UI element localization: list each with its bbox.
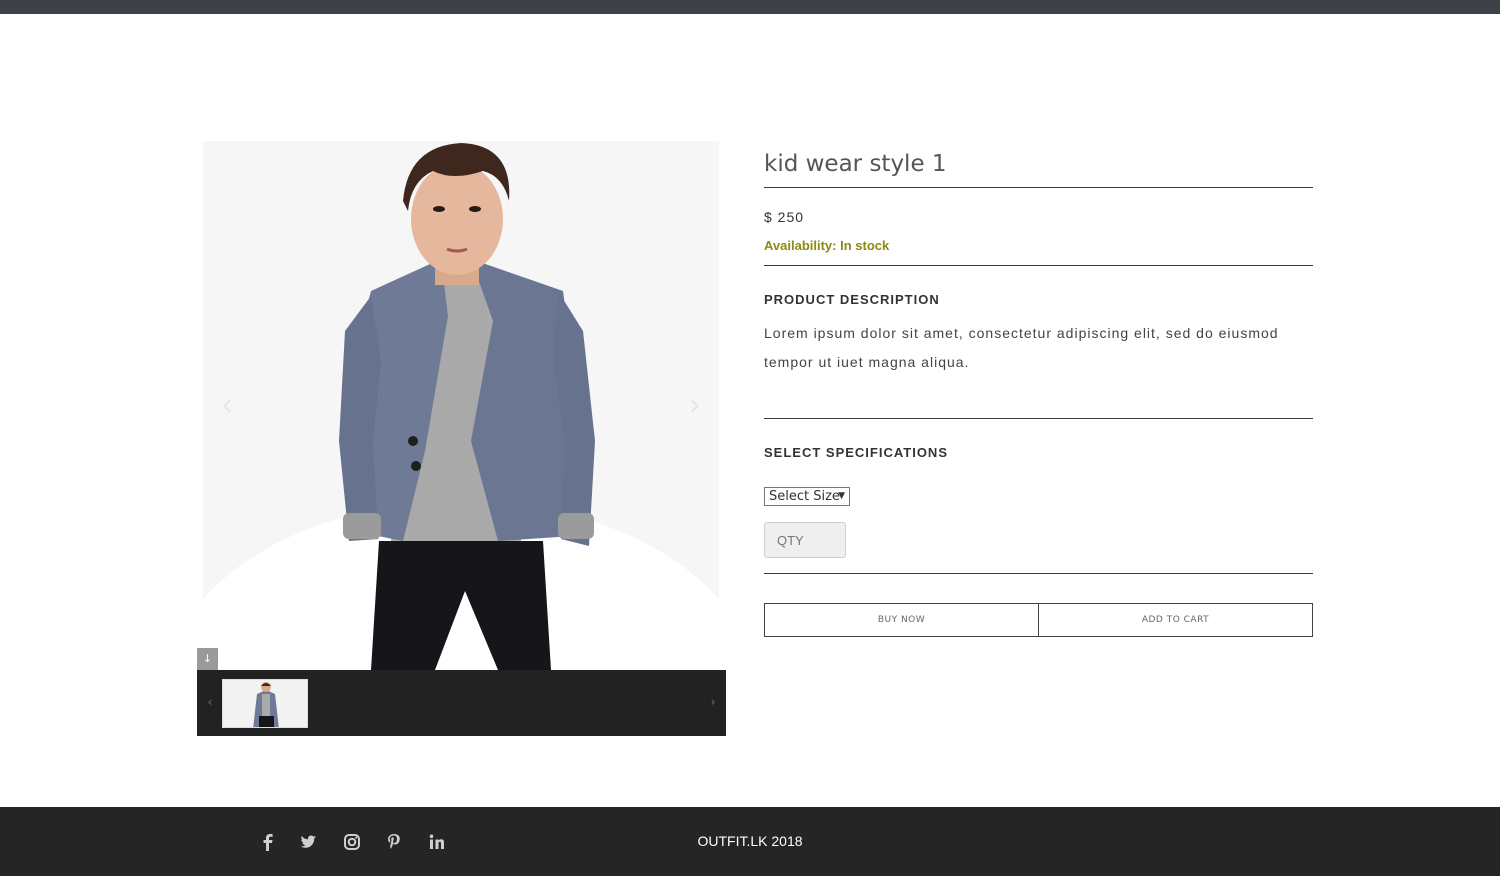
- description-heading: PRODUCT DESCRIPTION: [764, 292, 940, 307]
- product-description: Lorem ipsum dolor sit amet, consectetur …: [764, 325, 1279, 370]
- thumb-prev-arrow[interactable]: ‹: [203, 694, 217, 710]
- divider: [764, 187, 1313, 188]
- pinterest-icon[interactable]: [383, 831, 405, 853]
- arrow-down-icon: ↓: [202, 652, 213, 665]
- instagram-icon[interactable]: [341, 831, 363, 853]
- thumb-next-arrow[interactable]: ›: [706, 694, 720, 710]
- thumbnail-photo: [223, 680, 307, 727]
- footer: OUTFIT.LK 2018: [0, 807, 1500, 876]
- linkedin-icon[interactable]: [426, 831, 448, 853]
- quantity-input[interactable]: [764, 522, 846, 558]
- caret-down-icon: ▼: [838, 491, 845, 501]
- product-gallery: ‹ › ↓ ‹ ›: [197, 141, 726, 736]
- copyright-text: OUTFIT.LK 2018: [697, 833, 803, 849]
- thumbnail-item[interactable]: [222, 679, 308, 728]
- product-title: kid wear style 1: [764, 151, 947, 177]
- twitter-icon[interactable]: [297, 831, 319, 853]
- size-select-value: Select Size: [769, 489, 840, 504]
- thumbnail-strip: ‹ ›: [197, 670, 726, 736]
- add-to-cart-button[interactable]: ADD TO CART: [1038, 603, 1313, 637]
- chevron-left-icon: ‹: [207, 695, 213, 709]
- specifications-heading: SELECT SPECIFICATIONS: [764, 445, 948, 460]
- buy-now-button[interactable]: BUY NOW: [764, 603, 1039, 637]
- gallery-prev-arrow[interactable]: ‹: [215, 391, 239, 421]
- gallery-next-arrow[interactable]: ›: [683, 391, 707, 421]
- divider: [764, 418, 1313, 419]
- size-select[interactable]: Select Size ▼: [764, 487, 850, 506]
- product-photo: [203, 141, 719, 670]
- availability-status: Availability: In stock: [764, 238, 890, 253]
- top-bar: [0, 0, 1500, 14]
- divider: [764, 265, 1313, 266]
- chevron-right-icon: ›: [710, 695, 716, 709]
- divider: [764, 573, 1313, 574]
- product-main-image[interactable]: ‹ ›: [203, 141, 719, 670]
- facebook-icon[interactable]: [257, 831, 279, 853]
- product-price: $ 250: [764, 209, 805, 225]
- zoom-button[interactable]: ↓: [197, 648, 218, 670]
